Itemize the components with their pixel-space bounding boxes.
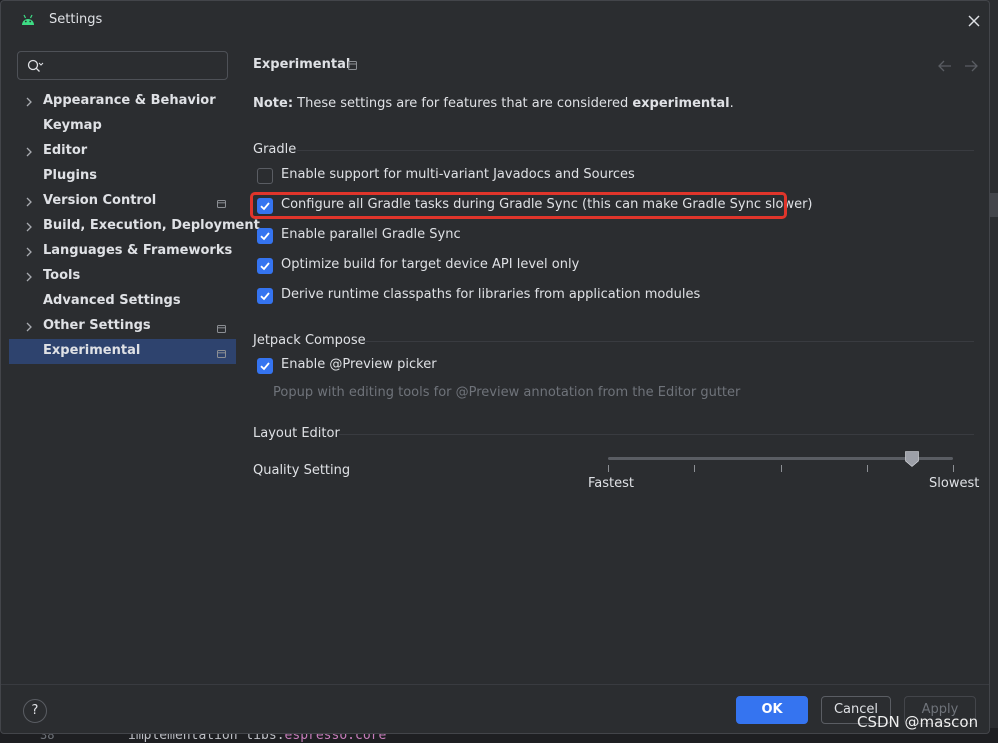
checkbox-label: Enable support for multi-variant Javadoc… xyxy=(281,167,635,182)
ok-button[interactable]: OK xyxy=(736,696,808,724)
dialog-footer: ? OK Cancel Apply xyxy=(1,684,989,733)
compose-section-divider xyxy=(365,341,974,342)
chevron-right-icon[interactable] xyxy=(25,246,33,257)
note-suffix: . xyxy=(729,96,734,111)
sidebar-item-label: Build, Execution, Deployment xyxy=(43,218,260,233)
sidebar-item-build-execution-deployment[interactable]: Build, Execution, Deployment xyxy=(9,214,260,239)
slider-tick xyxy=(781,465,782,472)
checkmark-icon xyxy=(260,362,270,371)
sidebar-item-label: Plugins xyxy=(43,168,97,183)
settings-search[interactable] xyxy=(17,51,228,80)
compose-section-title: Jetpack Compose xyxy=(253,333,366,348)
window-title: Settings xyxy=(49,12,103,27)
chevron-right-icon[interactable] xyxy=(25,146,33,157)
project-scope-icon xyxy=(217,322,226,333)
slider-track xyxy=(608,457,953,460)
settings-nav: Appearance & Behavior Keymap Editor Plugins… xyxy=(9,89,260,364)
highlight-annotation xyxy=(250,192,787,219)
title-bar: Settings xyxy=(1,1,989,41)
slider-thumb[interactable] xyxy=(904,451,919,467)
background-scroll-marker xyxy=(990,193,998,217)
checkbox-box[interactable] xyxy=(257,168,273,184)
close-icon[interactable] xyxy=(963,10,985,32)
gradle-section-title: Gradle xyxy=(253,142,297,157)
layout-editor-section-divider xyxy=(339,434,974,435)
checkmark-icon xyxy=(260,292,270,301)
page-title: Experimental xyxy=(253,57,351,72)
sidebar-item-advanced-settings[interactable]: Advanced Settings xyxy=(9,289,236,314)
sidebar-item-plugins[interactable]: Plugins xyxy=(9,164,236,189)
slider-tick xyxy=(608,465,609,472)
sidebar-item-appearance-behavior[interactable]: Appearance & Behavior xyxy=(9,89,236,114)
sidebar-item-label: Experimental xyxy=(43,343,141,358)
checkbox-box[interactable] xyxy=(257,358,273,374)
note-text: These settings are for features that are… xyxy=(293,96,633,111)
checkbox-box[interactable] xyxy=(257,288,273,304)
checkbox-label: Enable parallel Gradle Sync xyxy=(281,227,461,242)
android-icon xyxy=(22,14,34,25)
watermark: CSDN @mascon xyxy=(857,713,979,731)
chevron-right-icon[interactable] xyxy=(25,196,33,207)
note-prefix: Note: xyxy=(253,96,294,111)
checkbox-box[interactable] xyxy=(257,258,273,274)
sidebar-item-languages-frameworks[interactable]: Languages & Frameworks xyxy=(9,239,236,264)
sidebar-item-label: Version Control xyxy=(43,193,157,208)
quality-setting-label: Quality Setting xyxy=(253,463,351,478)
project-scope-icon xyxy=(217,197,226,208)
settings-dialog: Settings Appearance & Behavior Keymap Edit… xyxy=(0,0,990,734)
checkbox-box[interactable] xyxy=(257,228,273,244)
forward-arrow-icon[interactable] xyxy=(963,59,979,73)
layout-editor-section-title: Layout Editor xyxy=(253,426,340,441)
settings-content: Experimental Note: These settings are fo… xyxy=(250,41,983,684)
sidebar-item-label: Tools xyxy=(43,268,81,283)
checkbox-label: Optimize build for target device API lev… xyxy=(281,257,580,272)
sidebar-item-label: Advanced Settings xyxy=(43,293,181,308)
sidebar-item-label: Appearance & Behavior xyxy=(43,93,216,108)
sidebar-item-label: Keymap xyxy=(43,118,102,133)
chevron-right-icon[interactable] xyxy=(25,321,33,332)
settings-sidebar: Appearance & Behavior Keymap Editor Plugins… xyxy=(9,41,260,684)
chevron-right-icon[interactable] xyxy=(25,271,33,282)
sidebar-item-editor[interactable]: Editor xyxy=(9,139,236,164)
sidebar-item-experimental[interactable]: Experimental xyxy=(9,339,236,364)
sidebar-item-keymap[interactable]: Keymap xyxy=(9,114,236,139)
help-button[interactable]: ? xyxy=(23,699,47,723)
preview-picker-hint: Popup with editing tools for @Preview an… xyxy=(273,385,741,400)
checkbox-label: Derive runtime classpaths for libraries … xyxy=(281,287,701,302)
sidebar-item-tools[interactable]: Tools xyxy=(9,264,236,289)
slider-max-label: Slowest xyxy=(929,476,980,491)
sidebar-item-other-settings[interactable]: Other Settings xyxy=(9,314,236,339)
chevron-right-icon[interactable] xyxy=(25,96,33,107)
quality-slider[interactable]: Fastest Slowest xyxy=(588,451,979,511)
sidebar-item-label: Editor xyxy=(43,143,88,158)
experimental-note: Note: These settings are for features th… xyxy=(253,96,734,111)
project-scope-icon xyxy=(348,61,357,70)
checkmark-icon xyxy=(260,232,270,241)
checkbox-label: Enable @Preview picker xyxy=(281,357,437,372)
note-emphasis: experimental xyxy=(632,96,730,111)
back-arrow-icon[interactable] xyxy=(937,59,953,73)
sidebar-item-version-control[interactable]: Version Control xyxy=(9,189,236,214)
checkmark-icon xyxy=(260,262,270,271)
project-scope-icon xyxy=(217,347,226,358)
search-icon xyxy=(27,59,44,72)
slider-tick xyxy=(867,465,868,472)
slider-tick xyxy=(694,465,695,472)
sidebar-item-label: Other Settings xyxy=(43,318,151,333)
slider-min-label: Fastest xyxy=(588,476,634,491)
sidebar-item-label: Languages & Frameworks xyxy=(43,243,233,258)
slider-tick xyxy=(953,465,954,472)
search-input[interactable] xyxy=(48,55,218,75)
gradle-section-divider xyxy=(297,150,974,151)
chevron-right-icon[interactable] xyxy=(25,221,33,232)
